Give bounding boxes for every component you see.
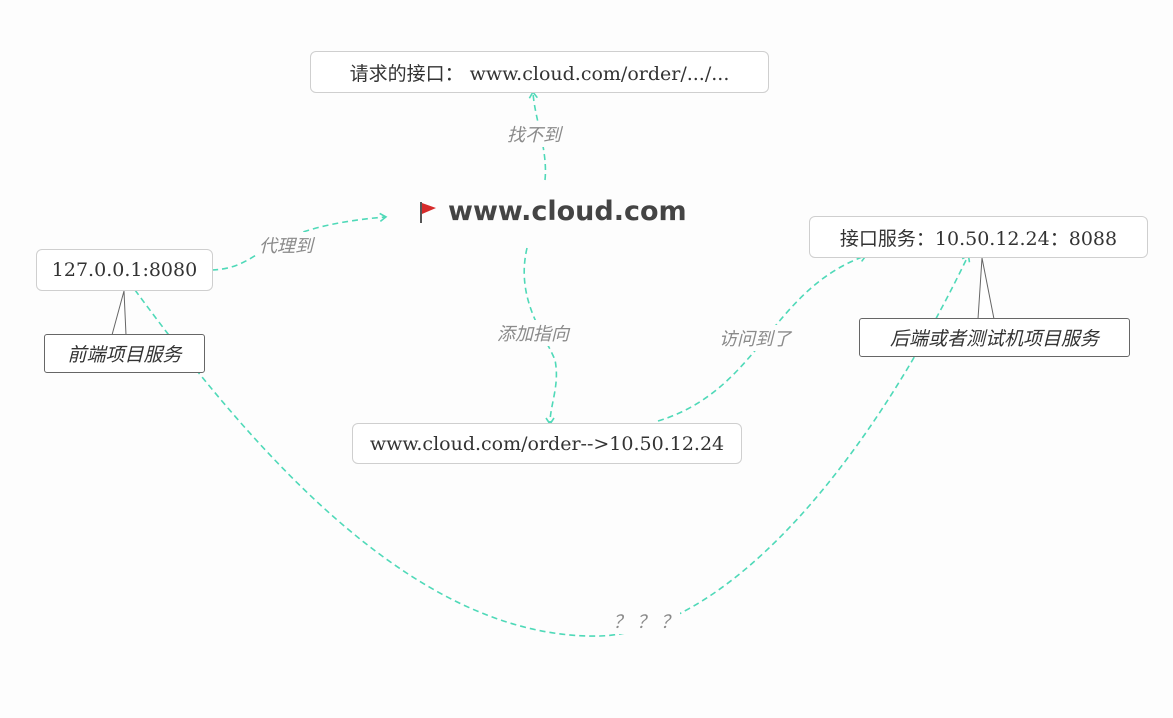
note-pointer-frontend	[111, 290, 127, 336]
central-topic-label: www.cloud.com	[448, 196, 687, 227]
backend-project-note[interactable]: 后端或者测试机项目服务	[859, 318, 1130, 357]
frontend-project-note[interactable]: 前端项目服务	[44, 334, 205, 373]
edge-label-add-pointer: 添加指向	[495, 320, 571, 346]
host-mapping-node[interactable]: www.cloud.com/order-->10.50.12.24	[352, 423, 742, 464]
frontend-project-note-label: 前端项目服务	[67, 344, 182, 366]
local-frontend-node[interactable]: 127.0.0.1:8080	[36, 249, 213, 291]
local-frontend-label: 127.0.0.1:8080	[51, 259, 198, 281]
mind-map-canvas: 请求的接口： www.cloud.com/order/.../... www.c…	[0, 0, 1173, 718]
edge-label-accessed: 访问到了	[717, 325, 793, 351]
flag-icon	[420, 201, 436, 223]
api-service-node[interactable]: 接口服务：10.50.12.24：8088	[809, 216, 1148, 258]
requested-api-label: 请求的接口： www.cloud.com/order/.../...	[349, 62, 730, 85]
host-mapping-label: www.cloud.com/order-->10.50.12.24	[369, 432, 725, 455]
edge-label-not-found: 找不到	[505, 121, 563, 147]
backend-project-note-label: 后端或者测试机项目服务	[889, 328, 1099, 350]
edge-label-proxy-to: 代理到	[257, 232, 315, 258]
central-topic[interactable]: www.cloud.com	[418, 196, 687, 227]
note-pointer-backend	[977, 257, 995, 320]
requested-api-node[interactable]: 请求的接口： www.cloud.com/order/.../...	[310, 51, 769, 93]
edge-label-unknown: ？ ？ ？	[611, 608, 681, 634]
api-service-label: 接口服务：10.50.12.24：8088	[839, 227, 1118, 250]
